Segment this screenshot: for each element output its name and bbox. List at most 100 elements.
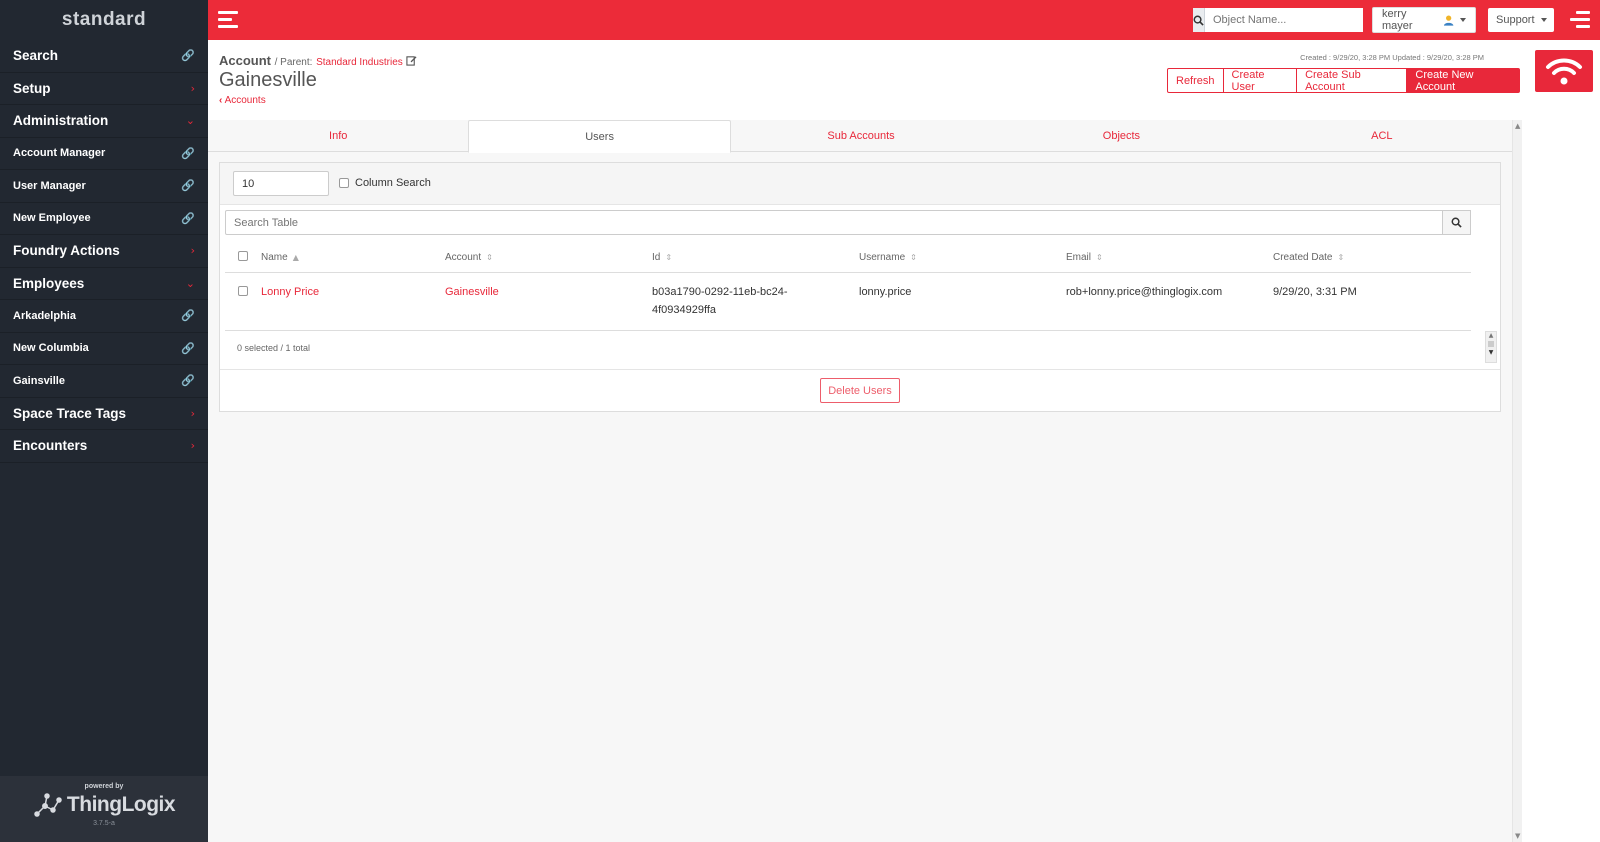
column-header-label: Id [652,252,661,263]
app-root: standard Search 🔗 Setup › Administration… [0,0,1600,842]
page-size-input[interactable] [233,171,329,196]
row-select-checkbox[interactable] [238,286,248,296]
sidebar-item-label: Account Manager [13,147,106,160]
sort-icon: ⇕ [486,253,493,262]
table-scrollbar[interactable]: ▲ ▼ [1485,331,1497,363]
connection-status[interactable] [1535,50,1593,92]
sidebar-item-arkadelphia[interactable]: Arkadelphia 🔗 [0,300,208,333]
sidebar-item-label: Arkadelphia [13,309,76,322]
parent-account-link[interactable]: Standard Industries [316,57,403,68]
chevron-right-icon: › [190,81,195,95]
tab-acl[interactable]: ACL [1252,120,1512,151]
record-timestamps: Created : 9/29/20, 3:28 PM Updated : 9/2… [1300,53,1484,62]
sidebar-item-new-employee[interactable]: New Employee 🔗 [0,203,208,235]
create-user-button[interactable]: Create User [1222,68,1298,93]
link-icon: 🔗 [181,211,195,225]
chevron-down-icon: ⌄ [185,276,195,290]
network-nodes-icon [34,793,62,817]
column-search-checkbox[interactable] [339,178,349,188]
user-id-line: 4f0934929ffa [652,304,717,316]
wifi-icon [1546,58,1582,85]
scroll-up-icon: ▲ [1515,122,1521,130]
sidebar-logo[interactable]: standard [0,0,208,40]
sidebar-item-label: New Columbia [13,342,89,355]
tab-sub-accounts[interactable]: Sub Accounts [731,120,991,151]
page-header: Account / Parent: Standard Industries Ga… [208,40,1520,120]
table-row[interactable]: Lonny Price Gainesville b03a1790-0292-11… [225,273,1471,331]
page-scrollbar[interactable]: ▲ ▼ [1512,120,1522,842]
back-to-accounts-link[interactable]: ‹ Accounts [219,95,266,106]
sidebar-item-gainsville[interactable]: Gainsville 🔗 [0,365,208,398]
user-username-cell: lonny.price [859,286,912,298]
user-created-cell: 9/29/20, 3:31 PM [1273,286,1357,298]
user-id-cell: b03a1790-0292-11eb-bc24- 4f0934929ffa [652,283,859,330]
menu-toggle-icon[interactable] [218,11,238,29]
sidebar-item-new-columbia[interactable]: New Columbia 🔗 [0,333,208,365]
version-text: 3.7.5-a [93,820,115,827]
column-header-created-date[interactable]: Created Date ⇕ [1273,252,1471,263]
right-menu-toggle-icon[interactable] [1570,11,1590,29]
column-header-label: Name [261,252,288,263]
scroll-thumb[interactable] [1488,341,1494,347]
column-header-username[interactable]: Username ⇕ [859,252,1066,263]
column-header-email[interactable]: Email ⇕ [1066,252,1273,263]
user-email-cell: rob+lonny.price@thinglogix.com [1066,286,1223,298]
create-sub-account-button[interactable]: Create Sub Account [1296,68,1408,93]
sidebar-item-setup[interactable]: Setup › [0,73,208,105]
select-all-checkbox[interactable] [238,251,248,261]
tab-objects[interactable]: Objects [991,120,1251,151]
tab-bar: Info Users Sub Accounts Objects ACL [208,120,1512,153]
sidebar-item-user-manager[interactable]: User Manager 🔗 [0,170,208,203]
table-search [225,210,1471,235]
brand-name: ThingLogix [66,793,176,816]
sidebar-item-encounters[interactable]: Encounters › [0,430,208,463]
sidebar-item-employees[interactable]: Employees ⌄ [0,268,208,300]
chevron-right-icon: › [190,439,195,453]
chevron-down-icon: ⌄ [185,114,195,128]
sidebar-item-label: Search [13,48,59,64]
sidebar-item-label: Setup [13,80,51,96]
sidebar-item-foundry-actions[interactable]: Foundry Actions › [0,235,208,268]
support-label: Support [1496,14,1535,26]
object-search [1193,8,1363,32]
tab-info[interactable]: Info [208,120,468,151]
refresh-button[interactable]: Refresh [1167,68,1224,93]
user-account-link[interactable]: Gainesville [445,286,652,330]
column-header-label: Account [445,252,482,263]
powered-by-text: powered by [84,783,124,790]
link-icon: 🔗 [181,341,195,355]
delete-users-button[interactable]: Delete Users [820,378,900,403]
table-search-button[interactable] [1443,210,1471,235]
scroll-down-icon: ▼ [1515,832,1521,840]
object-search-input[interactable] [1205,8,1363,32]
sidebar-item-label: Encounters [13,438,88,454]
column-header-name[interactable]: Name ▲ [261,252,445,263]
link-icon: 🔗 [181,49,195,63]
column-header-label: Username [859,252,906,263]
user-name: kerry mayer [1382,8,1413,32]
user-name-link[interactable]: Lonny Price [261,286,445,330]
user-dropdown[interactable]: kerry mayer [1372,7,1476,33]
tab-users[interactable]: Users [468,120,731,153]
header-actions: Refresh Create User Create Sub Account C… [1167,68,1520,93]
breadcrumb: Account / Parent: Standard Industries [219,53,417,68]
sort-icon: ⇕ [1337,253,1345,262]
chevron-down-icon [1460,18,1466,22]
support-dropdown[interactable]: Support [1488,8,1554,32]
sidebar-item-space-trace-tags[interactable]: Space Trace Tags › [0,398,208,430]
sidebar-item-administration[interactable]: Administration ⌄ [0,105,208,138]
user-id-line: b03a1790-0292-11eb-bc24- [652,286,788,298]
column-header-account[interactable]: Account ⇕ [445,252,652,263]
table-search-input[interactable] [225,210,1443,235]
search-icon[interactable] [1193,8,1205,32]
column-search-toggle[interactable]: Column Search [339,177,431,189]
create-new-account-button[interactable]: Create New Account [1406,68,1520,93]
column-header-id[interactable]: Id ⇕ [652,252,859,263]
edit-icon[interactable] [406,55,417,66]
sidebar-item-search[interactable]: Search 🔗 [0,40,208,73]
link-icon: 🔗 [181,309,195,323]
users-table: Name ▲ Account ⇕ Id ⇕ Username ⇕ Email ⇕ Crea… [225,243,1471,331]
scroll-down-icon: ▼ [1488,349,1494,356]
sidebar-item-account-manager[interactable]: Account Manager 🔗 [0,138,208,170]
sort-icon: ⇕ [1096,253,1103,262]
